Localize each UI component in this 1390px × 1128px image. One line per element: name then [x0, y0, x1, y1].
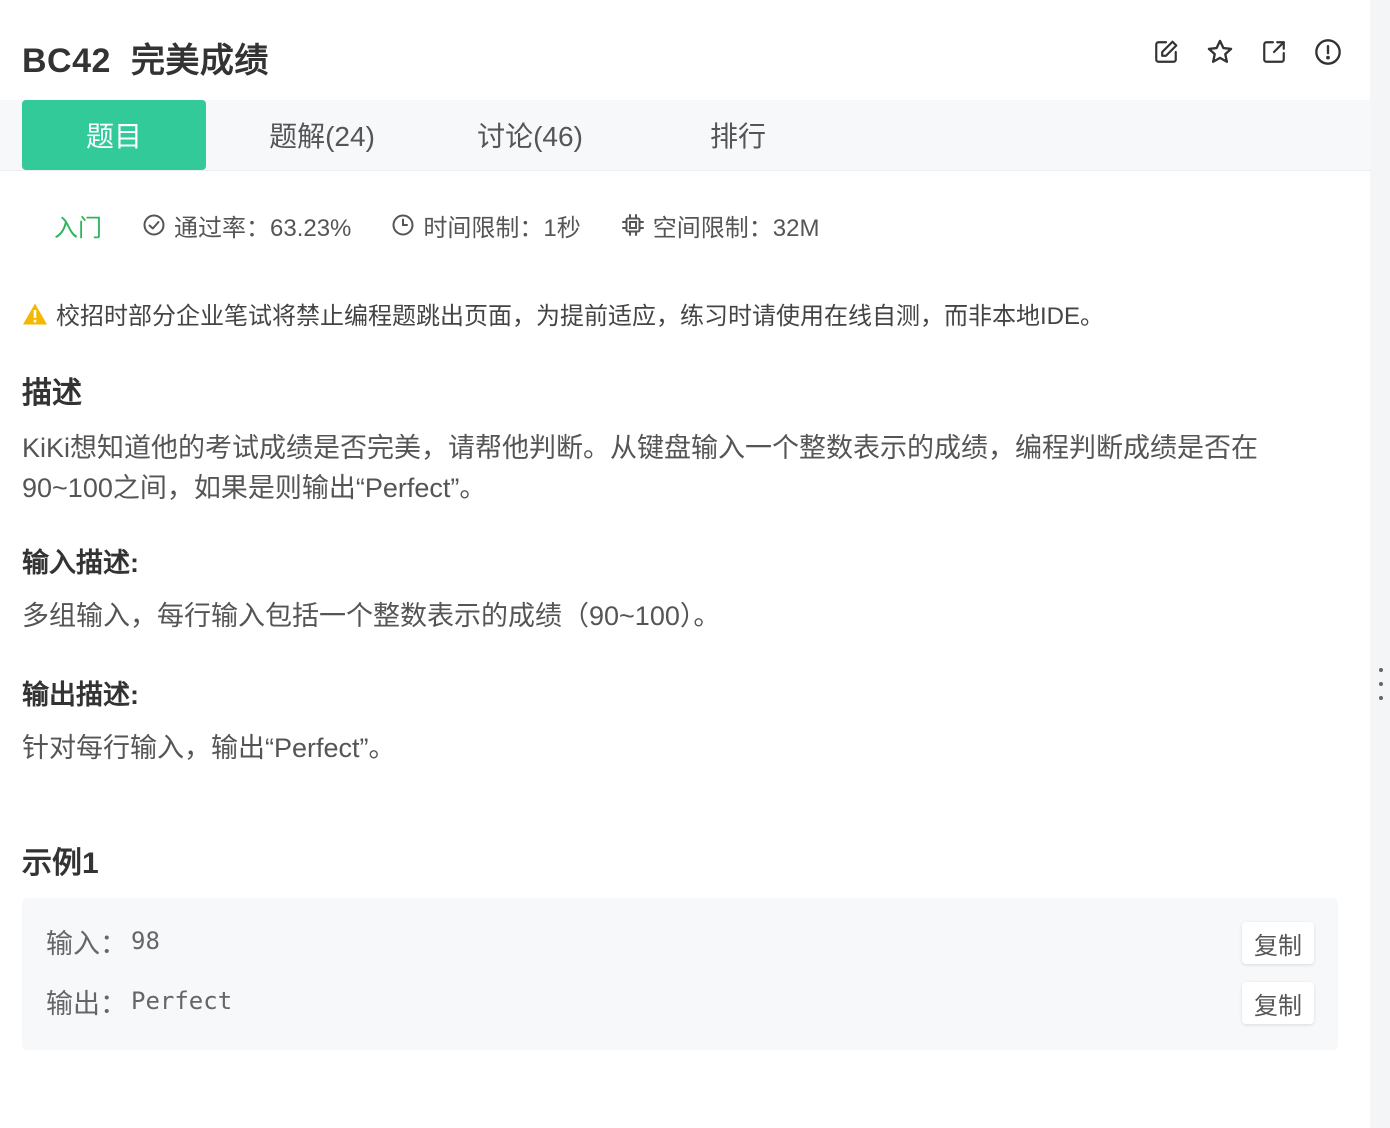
chip-icon [621, 214, 644, 236]
splitter-strip [1370, 0, 1390, 1128]
check-circle-icon [143, 214, 165, 236]
copy-output-button[interactable]: 复制 [1242, 982, 1314, 1024]
description-line-2: 90~100之间，如果是则输出“Perfect”。 [22, 473, 487, 503]
output-desc-title: 输出描述: [22, 680, 139, 710]
clock-icon [392, 214, 414, 236]
example-output-row: 输出： Perfect [46, 979, 232, 1023]
star-icon [1207, 39, 1233, 63]
tab-solutions[interactable]: 题解(24) [230, 100, 414, 170]
description-line-1: KiKi想知道他的考试成绩是否完美，请帮他判断。从键盘输入一个整数表示的成绩，编… [22, 433, 1259, 463]
report-button[interactable] [1314, 38, 1342, 66]
ide-notice: 校招时部分企业笔试将禁止编程题跳出页面，为提前适应，练习时请使用在线自测，而非本… [22, 296, 1104, 331]
output-desc-text: 针对每行输入，输出“Perfect”。 [22, 733, 396, 763]
handle-dot [1379, 696, 1383, 700]
panel-resize-handle[interactable] [1379, 668, 1383, 700]
space-limit-text: 空间限制：32M [652, 214, 820, 242]
problem-title: 完美成绩 [130, 41, 269, 80]
handle-dot [1379, 668, 1383, 672]
space-limit: 空间限制：32M [621, 208, 820, 243]
pass-rate: 通过率：63.23% [142, 208, 351, 243]
description-title: 描述 [22, 377, 82, 410]
pass-rate-text: 通过率：63.23% [174, 214, 352, 242]
description-text: KiKi想知道他的考试成绩是否完美，请帮他判断。从键盘输入一个整数表示的成绩，编… [22, 428, 1322, 508]
input-desc-title: 输入描述: [22, 548, 139, 578]
problem-code: BC42 [22, 41, 111, 80]
share-button[interactable] [1260, 38, 1288, 66]
edit-button[interactable] [1152, 38, 1180, 66]
edit-icon [1155, 40, 1178, 63]
time-limit: 时间限制：1秒 [391, 208, 581, 243]
copy-input-button[interactable]: 复制 [1242, 922, 1314, 964]
favorite-button[interactable] [1206, 38, 1234, 66]
warning-icon [23, 303, 47, 324]
example-output-label: 输出： [46, 988, 127, 1019]
notice-text: 校招时部分企业笔试将禁止编程题跳出页面，为提前适应，练习时请使用在线自测，而非本… [56, 303, 1105, 330]
tab-ranking[interactable]: 排行 [646, 100, 830, 170]
handle-dot [1379, 682, 1383, 686]
example-input-row: 输入： 98 [46, 919, 160, 963]
time-limit-text: 时间限制：1秒 [423, 214, 581, 242]
problem-meta: 入门 通过率：63.23% 时间限制：1秒 空间限制：32M [54, 205, 859, 245]
tab-discussion[interactable]: 讨论(46) [438, 100, 622, 170]
example-output-value: Perfect [131, 987, 233, 1015]
tab-bar: 题目 题解(24) 讨论(46) 排行 [0, 100, 1370, 171]
problem-panel: BC42 完美成绩 题目 题解(24) 讨论(46) 排行 入门 通过率：63.… [0, 0, 1370, 1128]
example-title: 示例1 [22, 847, 99, 880]
example-box: 输入： 98 复制 输出： Perfect 复制 [22, 898, 1338, 1050]
example-input-label: 输入： [46, 928, 127, 959]
difficulty-badge: 入门 [54, 214, 102, 242]
input-desc-text: 多组输入，每行输入包括一个整数表示的成绩（90~100）。 [22, 601, 721, 631]
header-actions [1152, 38, 1342, 66]
share-icon [1263, 41, 1285, 63]
report-icon [1315, 39, 1341, 65]
tab-problem[interactable]: 题目 [22, 100, 206, 170]
problem-header: BC42 完美成绩 [22, 32, 1342, 82]
example-input-value: 98 [131, 927, 160, 955]
page-title: BC42 完美成绩 [22, 33, 269, 82]
